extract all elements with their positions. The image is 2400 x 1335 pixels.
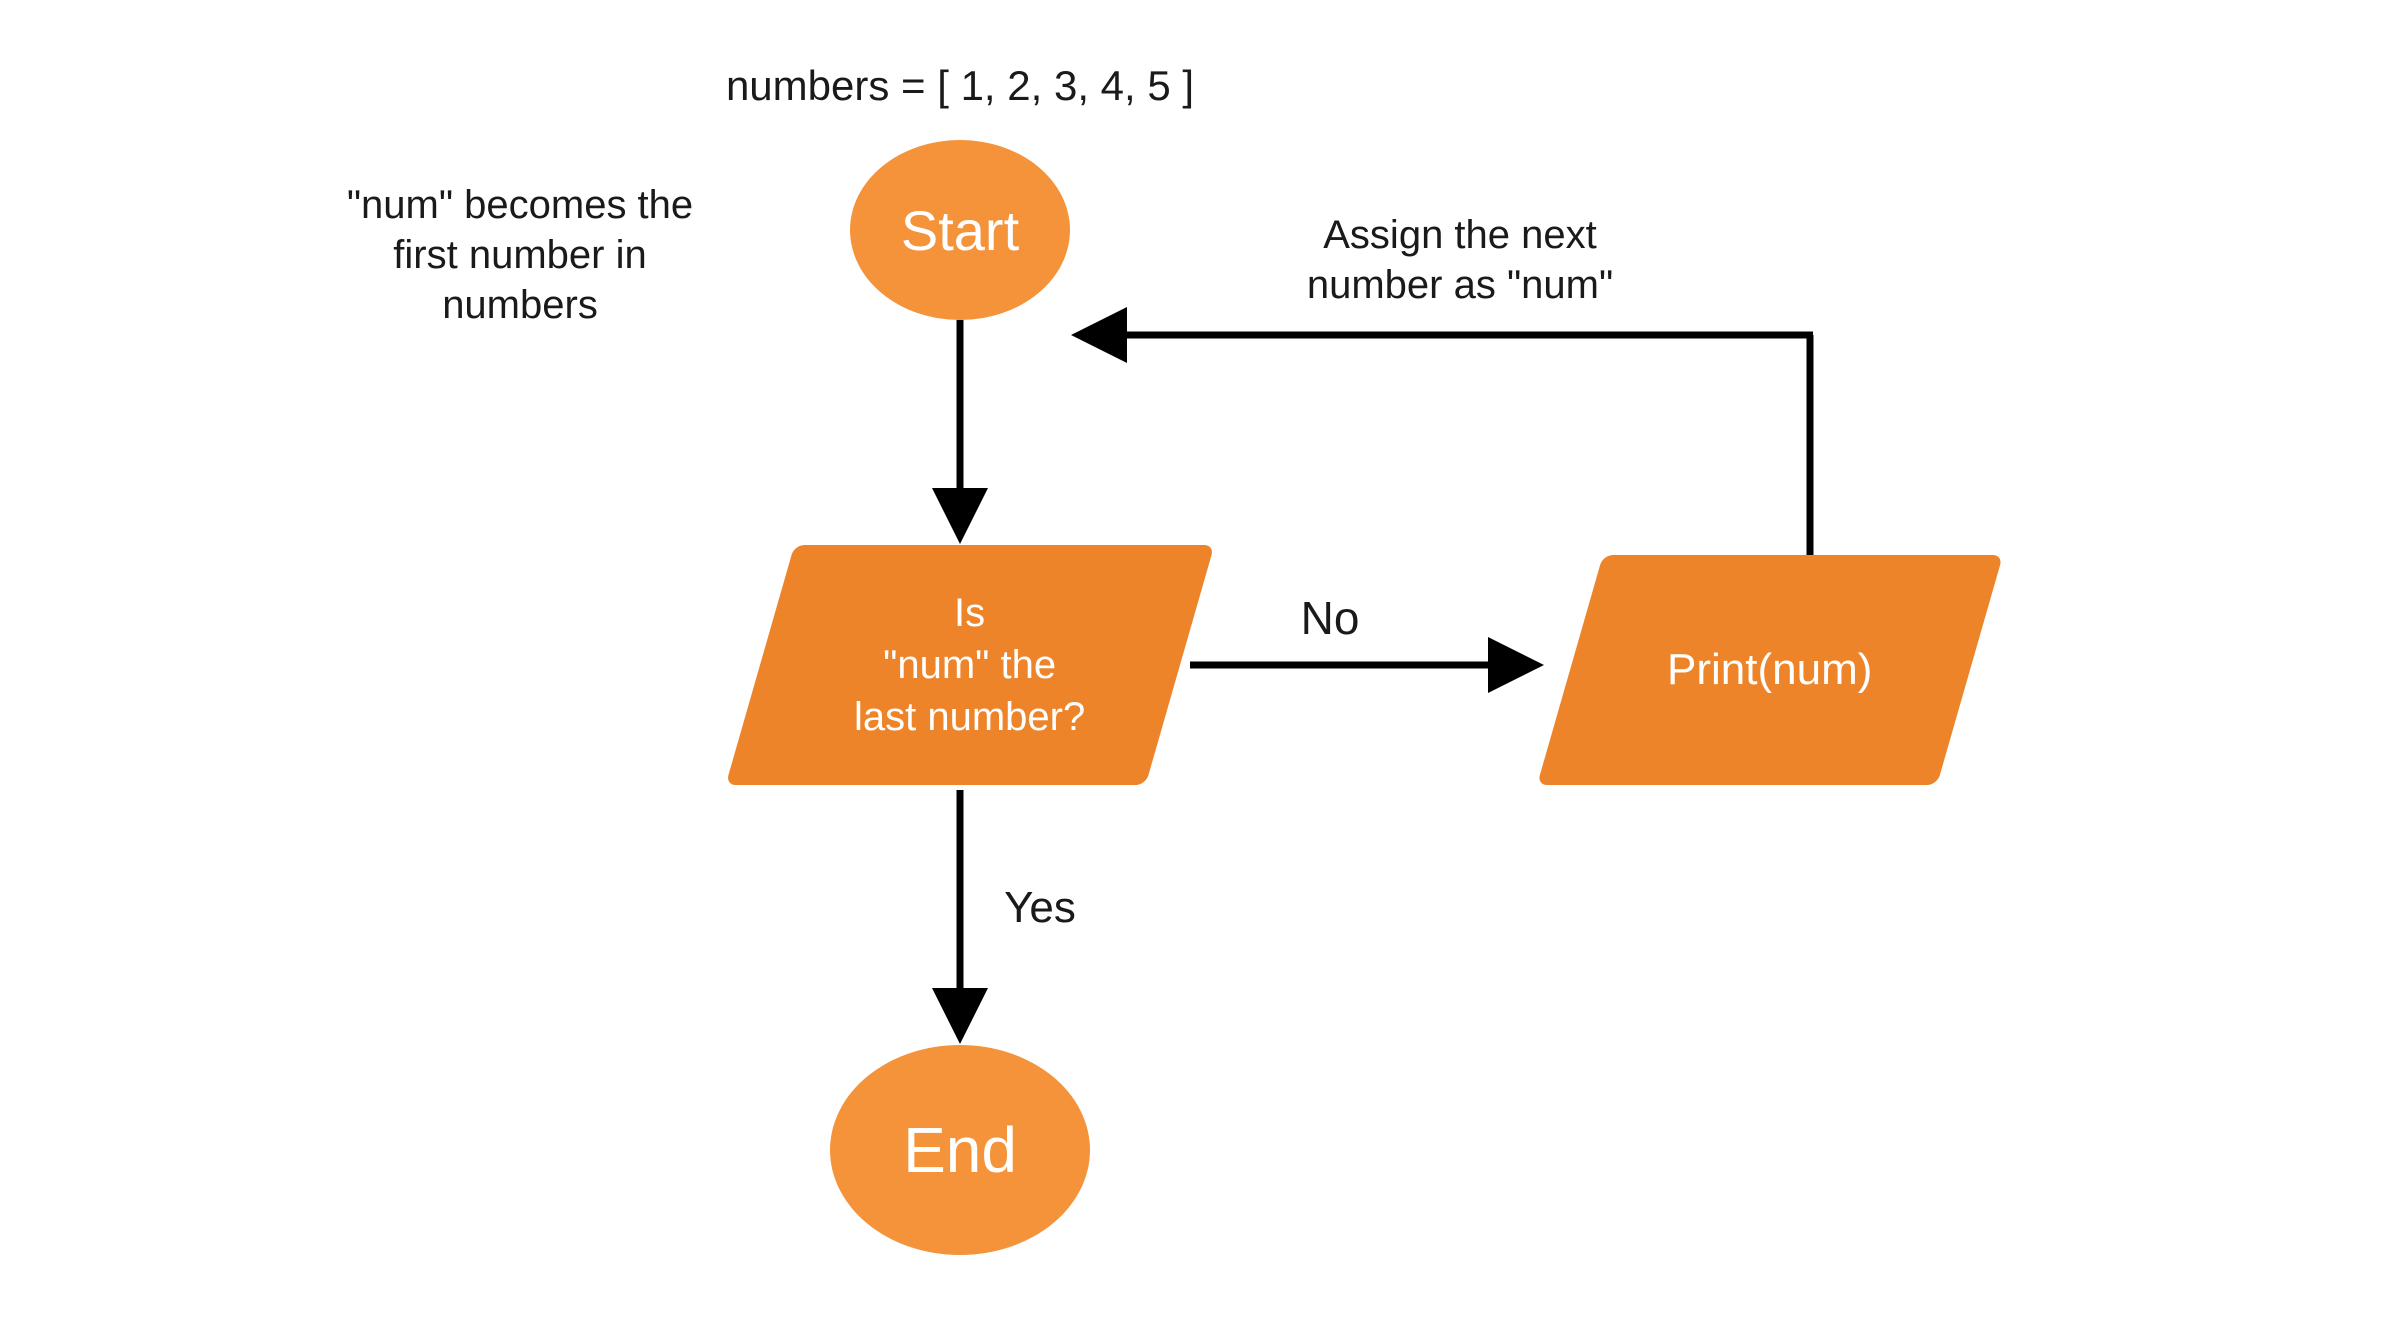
edge-label-no: No: [1280, 590, 1380, 648]
decision-line-2: "num" the: [854, 639, 1085, 691]
decision-line-1: Is: [854, 587, 1085, 639]
edge-label-yes: Yes: [990, 880, 1090, 935]
start-node-label: Start: [901, 198, 1019, 263]
annotation-first-num: "num" becomes the first number in number…: [310, 180, 730, 330]
decision-node-text: Is "num" the last number?: [854, 587, 1085, 743]
start-node: Start: [850, 140, 1070, 320]
flowchart-canvas: numbers = [ 1, 2, 3, 4, 5 ] "num" become…: [0, 0, 2400, 1335]
print-node-label: Print(num): [1667, 645, 1872, 695]
end-node: End: [830, 1045, 1090, 1255]
decision-node: Is "num" the last number?: [726, 545, 1215, 785]
decision-line-3: last number?: [854, 691, 1085, 743]
annotation-next-num: Assign the next number as "num": [1250, 210, 1670, 310]
end-node-label: End: [903, 1113, 1017, 1187]
print-node: Print(num): [1537, 555, 2003, 785]
numbers-array-label: numbers = [ 1, 2, 3, 4, 5 ]: [700, 60, 1220, 113]
